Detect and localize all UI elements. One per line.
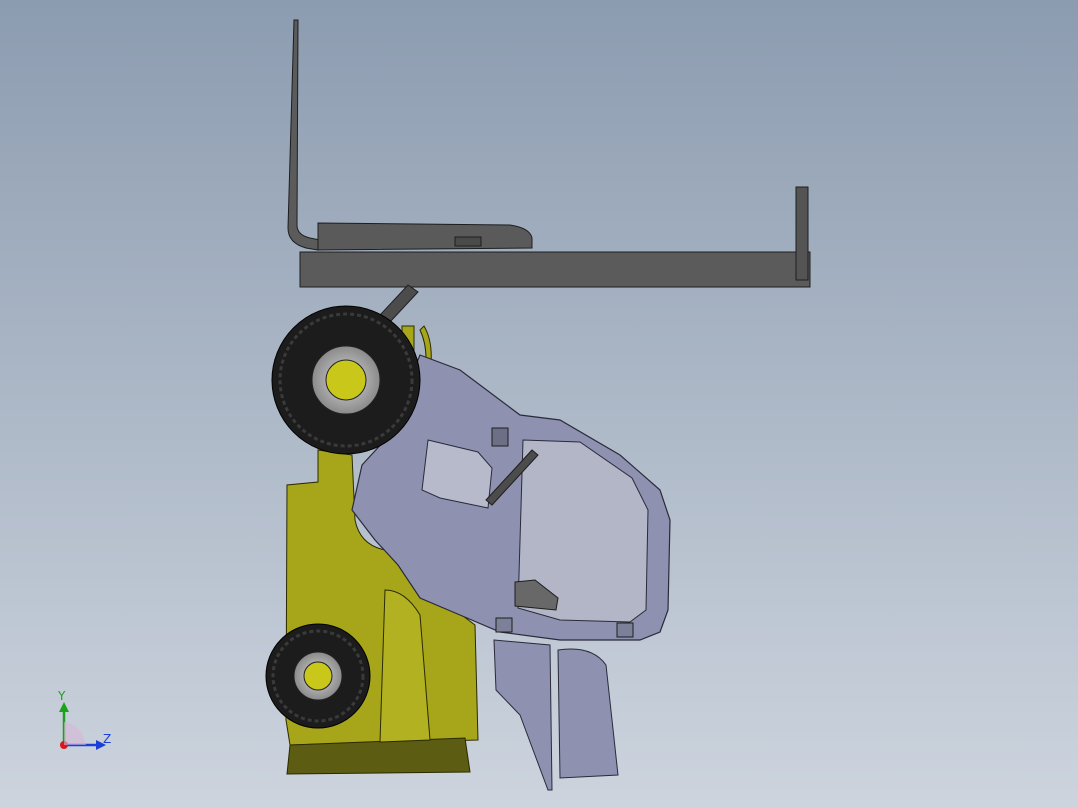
front-wheel [271, 305, 421, 455]
z-axis-label: Z [103, 732, 111, 746]
fork-plate-shape [299, 251, 811, 288]
hinge-right [616, 622, 634, 638]
door-handle-shape [491, 427, 509, 447]
load-backrest-shape [795, 186, 809, 281]
carriage-slot [454, 236, 482, 247]
fork-carriage-shape [317, 222, 533, 251]
cad-viewport[interactable]: Y Z [0, 0, 1078, 808]
rear-wheel [265, 623, 371, 729]
hinge-left [495, 617, 513, 633]
cad-canvas[interactable]: Y Z [0, 0, 1078, 808]
y-axis-label: Y [57, 689, 66, 703]
